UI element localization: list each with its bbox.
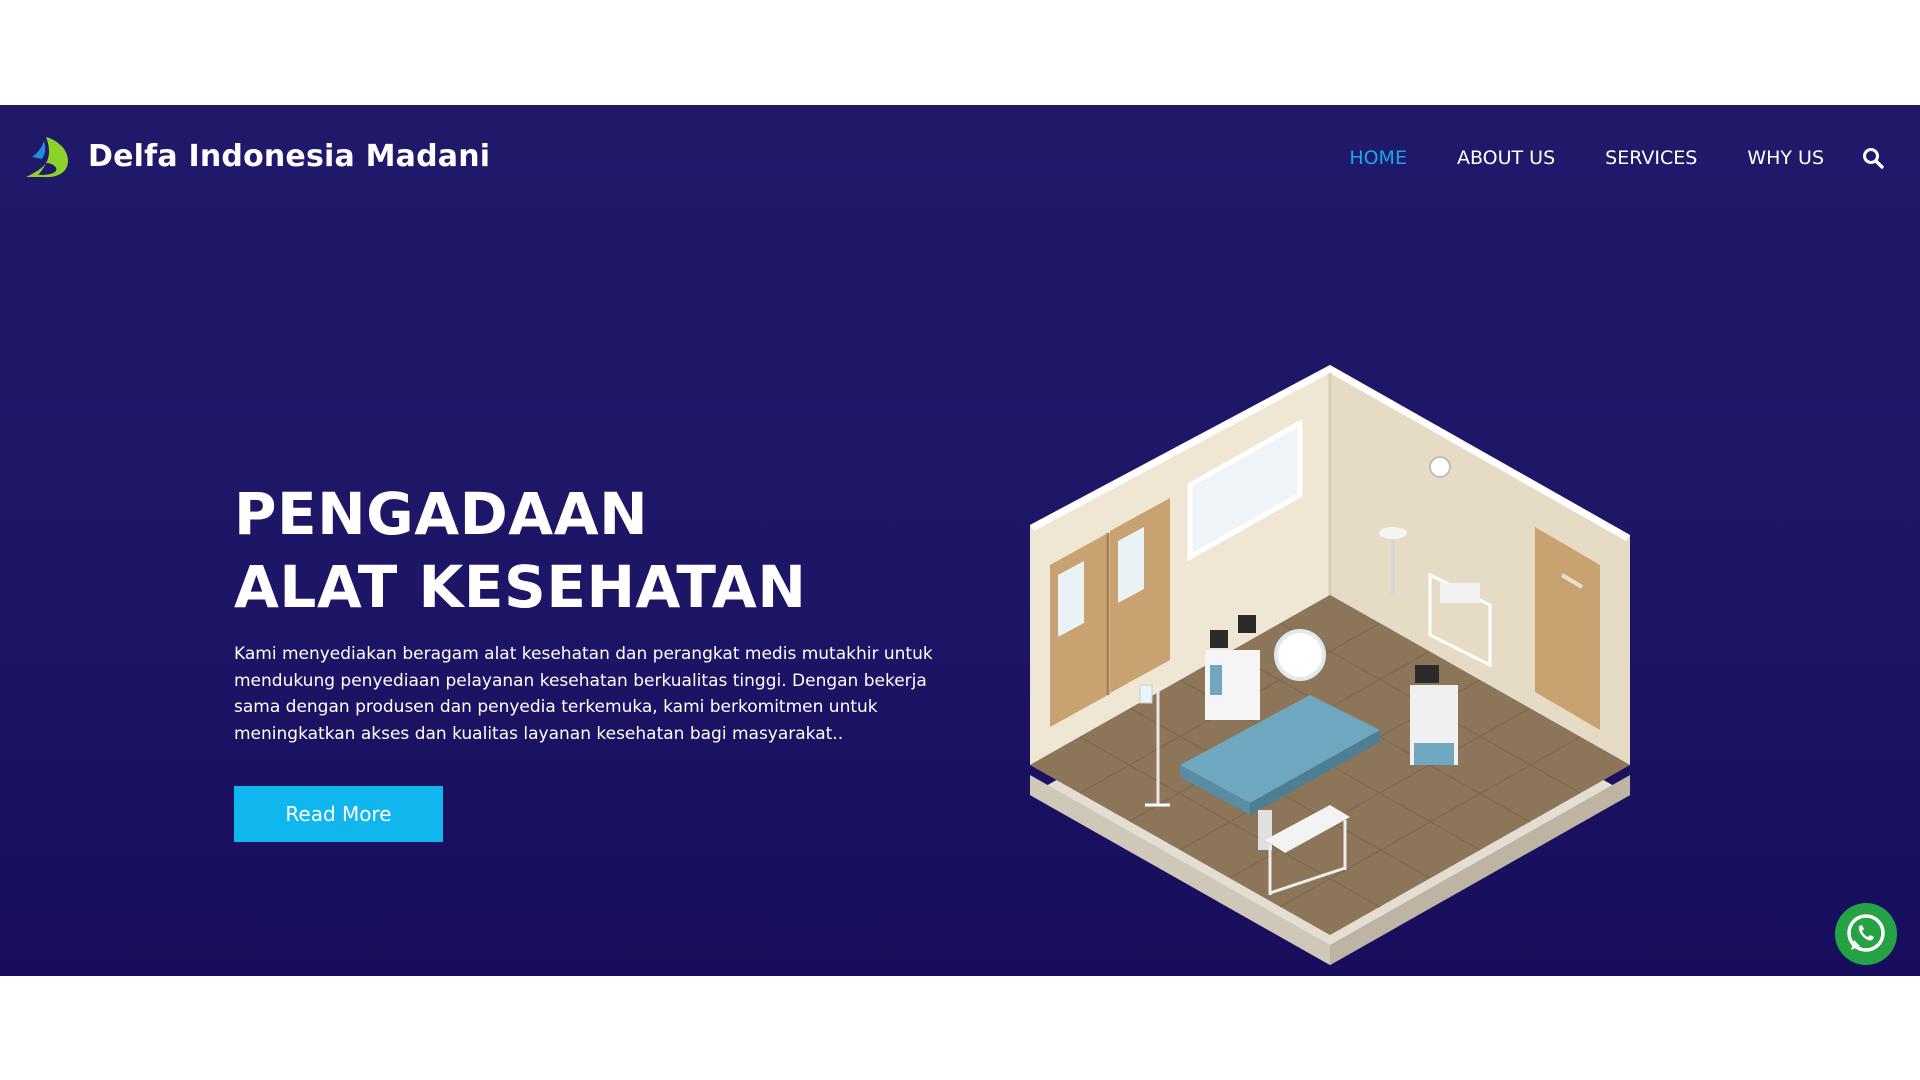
hero-section: Delfa Indonesia Madani HOME ABOUT US SER… bbox=[0, 105, 1920, 976]
delfa-logo-icon bbox=[26, 137, 68, 178]
brand-logo[interactable]: Delfa Indonesia Madani bbox=[24, 133, 490, 179]
hero-title-line-2: ALAT KESEHATAN bbox=[234, 553, 807, 621]
nav-services[interactable]: SERVICES bbox=[1605, 147, 1697, 169]
read-more-button[interactable]: Read More bbox=[234, 786, 443, 842]
hero-title: PENGADAAN ALAT KESEHATAN bbox=[234, 478, 806, 624]
nav-about-us[interactable]: ABOUT US bbox=[1457, 147, 1555, 169]
main-nav: HOME ABOUT US SERVICES WHY US bbox=[1299, 147, 1884, 169]
search-icon[interactable] bbox=[1862, 147, 1884, 169]
hero-description: Kami menyediakan beragam alat kesehatan … bbox=[234, 644, 933, 744]
whatsapp-icon[interactable] bbox=[1834, 902, 1898, 966]
nav-home[interactable]: HOME bbox=[1349, 147, 1407, 169]
brand-name: Delfa Indonesia Madani bbox=[88, 138, 491, 174]
hero-title-line-1: PENGADAAN bbox=[234, 480, 649, 548]
nav-why-us[interactable]: WHY US bbox=[1747, 147, 1824, 169]
hospital-room-illustration bbox=[1030, 365, 1630, 965]
